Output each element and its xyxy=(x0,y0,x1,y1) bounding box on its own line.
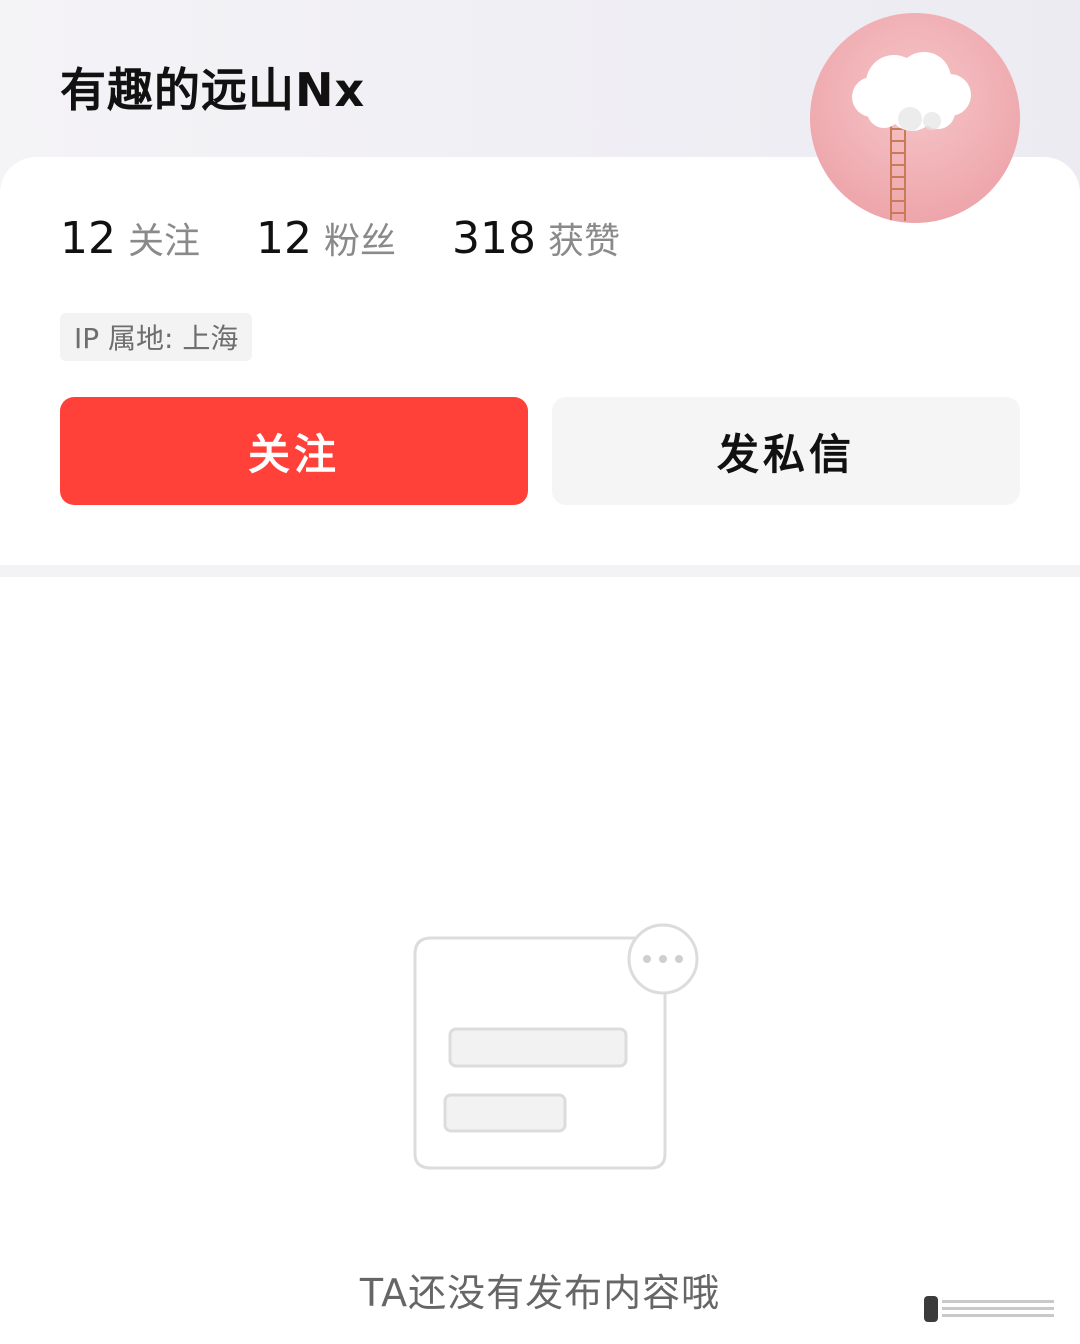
send-message-button[interactable]: 发私信 xyxy=(552,397,1020,505)
stat-following-label: 关注 xyxy=(128,221,201,262)
stat-followers-label: 粉丝 xyxy=(324,221,397,262)
stat-likes-count: 318 xyxy=(452,213,537,264)
ip-location-tag: IP 属地: 上海 xyxy=(60,313,253,361)
profile-username: 有趣的远山Nx xyxy=(60,63,366,117)
stat-following-count: 12 xyxy=(60,213,116,264)
stat-followers[interactable]: 12 粉丝 xyxy=(256,212,396,264)
stat-followers-count: 12 xyxy=(256,213,313,264)
stat-likes[interactable]: 318 获赞 xyxy=(452,212,620,264)
follow-button[interactable]: 关注 xyxy=(60,397,528,505)
cloud-ladder-icon xyxy=(852,52,971,221)
section-divider xyxy=(0,565,1080,577)
empty-state-illustration xyxy=(405,918,705,1182)
stat-likes-label: 获赞 xyxy=(548,221,621,262)
scrollbar-handle-icon[interactable] xyxy=(924,1296,1058,1322)
profile-stats: 12 关注 12 粉丝 318 获赞 xyxy=(60,212,676,272)
profile-avatar[interactable] xyxy=(810,13,1020,223)
stat-following[interactable]: 12 关注 xyxy=(60,212,200,264)
empty-note-icon xyxy=(413,923,699,1170)
empty-state-text: TA还没有发布内容哦 xyxy=(359,1271,721,1315)
